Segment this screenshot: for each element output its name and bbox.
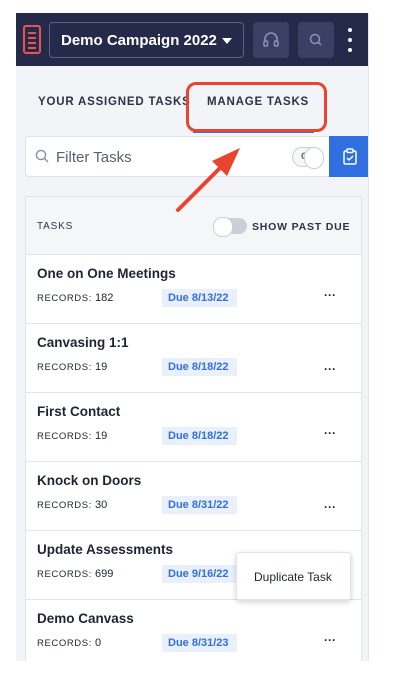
records-label: RECORDS: (37, 362, 92, 373)
tab-your-assigned-tasks[interactable]: YOUR ASSIGNED TASKS (38, 96, 191, 108)
due-date-badge: Due 8/18/22 (162, 427, 237, 445)
show-past-due-label: SHOW PAST DUE (252, 221, 351, 233)
duplicate-task-label: Duplicate Task (254, 570, 332, 584)
task-records: RECORDS: 0 (37, 637, 101, 649)
campaign-name: Demo Campaign 2022 (61, 32, 217, 49)
task-records: RECORDS: 30 (37, 499, 107, 511)
chevron-down-icon (222, 38, 232, 44)
filter-bar: OR (25, 136, 368, 177)
task-name: Demo Canvass (37, 611, 134, 626)
task-records: RECORDS: 182 (37, 292, 113, 304)
task-row[interactable]: One on One Meetings RECORDS: 182 Due 8/1… (26, 255, 361, 324)
task-row[interactable]: First Contact RECORDS: 19 Due 8/18/22 ··… (26, 393, 361, 462)
task-name: Knock on Doors (37, 473, 142, 488)
due-date-badge: Due 8/31/23 (162, 634, 237, 652)
records-count: 19 (95, 361, 108, 373)
duplicate-task-menu-item[interactable]: Duplicate Task (236, 552, 351, 600)
clipboard-icon (343, 148, 357, 165)
task-row[interactable]: Demo Canvass RECORDS: 0 Due 8/31/23 ··· (26, 600, 361, 661)
task-row[interactable]: Knock on Doors RECORDS: 30 Due 8/31/22 ·… (26, 462, 361, 531)
app-logo[interactable] (23, 25, 41, 54)
search-icon (35, 149, 49, 163)
due-date-badge: Due 8/18/22 (162, 358, 237, 376)
campaign-dropdown[interactable]: Demo Campaign 2022 (49, 22, 244, 58)
task-row[interactable]: Canvasing 1:1 RECORDS: 19 Due 8/18/22 ··… (26, 324, 361, 393)
due-date-badge: Due 8/31/22 (162, 496, 237, 514)
show-past-due-toggle[interactable] (213, 217, 247, 237)
due-date-badge: Due 9/16/22 (162, 565, 237, 583)
records-label: RECORDS: (37, 569, 92, 580)
active-tab-indicator (193, 131, 314, 133)
records-count: 19 (95, 430, 108, 442)
headset-icon (263, 32, 279, 47)
top-bar: Demo Campaign 2022 (16, 13, 368, 66)
tab-manage-tasks[interactable]: MANAGE TASKS (207, 96, 309, 108)
records-label: RECORDS: (37, 500, 92, 511)
task-name: First Contact (37, 404, 121, 419)
add-task-button[interactable] (329, 136, 368, 177)
or-filter-toggle[interactable]: OR (292, 147, 324, 169)
more-horizontal-icon[interactable]: ··· (324, 427, 342, 441)
task-name: Update Assessments (37, 542, 174, 557)
records-label: RECORDS: (37, 293, 92, 304)
records-label: RECORDS: (37, 431, 92, 442)
search-icon (309, 33, 322, 46)
support-button[interactable] (253, 22, 289, 58)
tasks-header: TASKS SHOW PAST DUE (26, 197, 361, 255)
more-horizontal-icon[interactable]: ··· (324, 363, 342, 377)
records-count: 699 (95, 568, 114, 580)
more-horizontal-icon[interactable]: ··· (324, 501, 342, 515)
more-horizontal-icon[interactable]: ··· (324, 634, 342, 648)
task-name: Canvasing 1:1 (37, 335, 129, 350)
more-horizontal-icon[interactable]: ··· (324, 289, 342, 303)
task-name: One on One Meetings (37, 266, 176, 281)
filter-tasks-input[interactable] (56, 147, 276, 167)
task-records: RECORDS: 19 (37, 430, 107, 442)
tab-bar: YOUR ASSIGNED TASKS MANAGE TASKS (16, 66, 368, 136)
tasks-title: TASKS (37, 221, 74, 232)
records-count: 30 (95, 499, 108, 511)
task-records: RECORDS: 19 (37, 361, 107, 373)
records-count: 0 (95, 637, 102, 649)
search-button[interactable] (298, 22, 334, 58)
records-label: RECORDS: (37, 638, 92, 649)
due-date-badge: Due 8/13/22 (162, 289, 237, 307)
more-vertical-icon[interactable] (342, 22, 358, 58)
task-records: RECORDS: 699 (37, 568, 113, 580)
records-count: 182 (95, 292, 114, 304)
